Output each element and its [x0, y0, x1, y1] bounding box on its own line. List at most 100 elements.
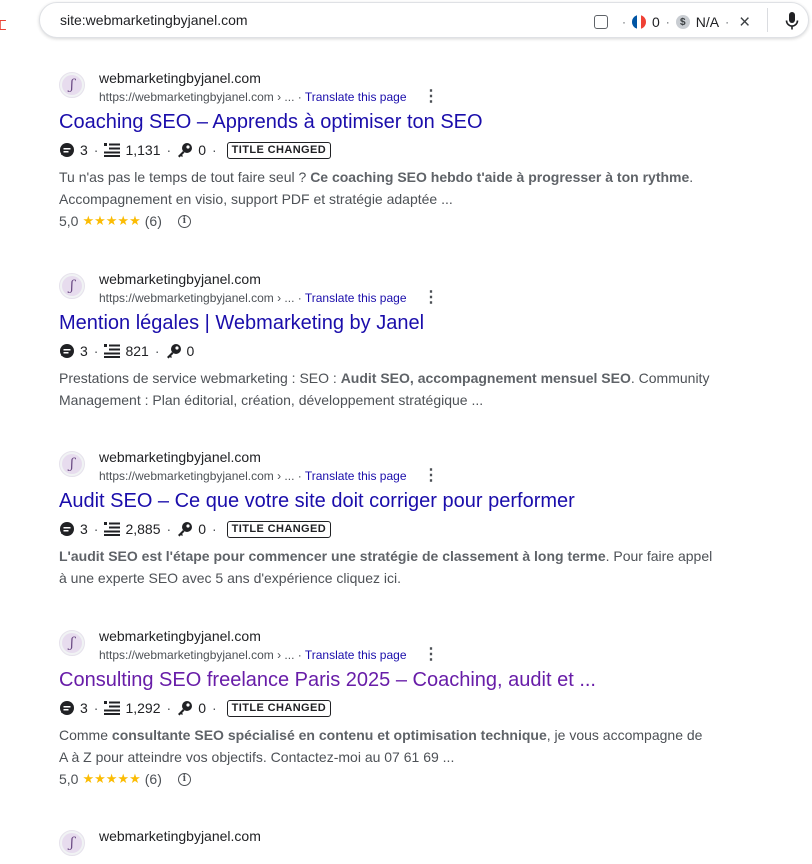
separator: · — [211, 700, 217, 716]
more-options-icon[interactable]: ⋮ — [423, 89, 439, 105]
separator: · — [166, 521, 172, 537]
comment-count: 3 — [80, 521, 88, 537]
result-snippet: Tu n'as pas le temps de tout faire seul … — [59, 166, 714, 210]
search-result: ʃ webmarketingbyjanel.com https://webmar… — [59, 628, 739, 789]
divider — [767, 8, 768, 32]
rating-stars: ★★★★★ — [82, 771, 141, 786]
site-url-text: https://webmarketingbyjanel.com › ... — [99, 291, 295, 305]
site-url-text: https://webmarketingbyjanel.com › ... — [99, 90, 295, 104]
key-count: 0 — [198, 700, 206, 716]
snippet-text: Comme — [59, 727, 112, 743]
translate-link[interactable]: Translate this page — [305, 648, 407, 662]
site-favicon-icon: ʃ — [59, 273, 85, 299]
word-count-icon — [104, 522, 121, 536]
info-icon[interactable]: i — [177, 772, 191, 786]
microphone-icon[interactable] — [782, 10, 802, 32]
more-options-icon[interactable]: ⋮ — [423, 290, 439, 306]
site-favicon-icon: ʃ — [59, 630, 85, 656]
lang-count: 0 — [652, 14, 660, 30]
site-favicon-icon: ʃ — [59, 830, 85, 856]
snippet-highlight: Ce coaching SEO hebdo t'aide à progresse… — [310, 169, 690, 185]
result-site-row[interactable]: ʃ webmarketingbyjanel.com https://webmar… — [59, 449, 739, 485]
result-site-row[interactable]: ʃ webmarketingbyjanel.com https://webmar… — [59, 271, 739, 307]
search-input[interactable] — [60, 10, 520, 30]
translate-link[interactable]: Translate this page — [305, 469, 407, 483]
snippet-text: Prestations de service webmarketing : SE… — [59, 370, 341, 386]
seo-toolbar: · 0 · $ N/A · × — [594, 12, 750, 32]
result-site-row[interactable]: ʃ webmarketingbyjanel.com https://webmar… — [59, 628, 739, 664]
comment-count: 3 — [80, 343, 88, 359]
site-name: webmarketingbyjanel.com — [99, 70, 261, 86]
site-url: https://webmarketingbyjanel.com › ... · … — [99, 90, 407, 104]
site-favicon-icon: ʃ — [59, 451, 85, 477]
dollar-icon: $ — [675, 15, 690, 29]
separator: · — [166, 142, 172, 158]
word-count-icon — [104, 701, 121, 715]
separator: · — [93, 343, 99, 359]
result-site-row[interactable]: ʃ webmarketingbyjanel.com https://webmar… — [59, 70, 739, 106]
info-icon[interactable]: i — [177, 214, 191, 228]
snippet-text: Tu n'as pas le temps de tout faire seul … — [59, 169, 311, 185]
comment-count: 3 — [80, 142, 88, 158]
result-snippet: Prestations de service webmarketing : SE… — [59, 367, 714, 411]
select-checkbox[interactable] — [594, 15, 608, 29]
result-snippet: L'audit SEO est l'étape pour commencer u… — [59, 545, 714, 589]
comment-count: 3 — [80, 700, 88, 716]
more-options-icon[interactable]: ⋮ — [423, 468, 439, 484]
search-result: ʃ webmarketingbyjanel.com https://webmar… — [59, 70, 739, 231]
word-count-icon — [104, 344, 121, 358]
translate-link[interactable]: Translate this page — [305, 90, 407, 104]
key-count: 0 — [198, 142, 206, 158]
french-flag-icon — [632, 15, 646, 29]
word-count-icon — [104, 143, 121, 157]
key-icon — [166, 343, 182, 359]
key-count: 0 — [186, 343, 195, 359]
result-site-row[interactable]: ʃ webmarketingbyjanel.com — [59, 828, 739, 864]
rating-row: 5,0 ★★★★★ (6) i — [59, 769, 739, 789]
key-icon — [177, 142, 193, 158]
edge-mark-icon: ⵎ — [0, 17, 7, 33]
site-name: webmarketingbyjanel.com — [99, 828, 261, 844]
snippet-highlight: L'audit SEO est l'étape pour commencer u… — [59, 548, 606, 564]
close-icon[interactable]: × — [739, 13, 750, 32]
separator: · — [166, 700, 172, 716]
word-count: 1,292 — [125, 700, 161, 716]
snippet-highlight: Audit SEO, accompagnement mensuel SEO — [340, 370, 631, 386]
word-count: 821 — [125, 343, 149, 359]
search-result: ʃ webmarketingbyjanel.com https://webmar… — [59, 271, 739, 411]
result-title-link[interactable]: Coaching SEO – Apprends à optimiser ton … — [59, 109, 739, 135]
word-count: 2,885 — [125, 521, 161, 537]
seo-metrics: 3 · 821 · 0 — [59, 341, 739, 361]
rating-value: 5,0 — [59, 213, 79, 229]
word-count: 1,131 — [125, 142, 161, 158]
translate-link[interactable]: Translate this page — [305, 291, 407, 305]
search-box[interactable]: · 0 · $ N/A · × — [39, 2, 809, 38]
price-value: N/A — [695, 14, 720, 30]
comment-icon — [59, 142, 75, 158]
comment-icon — [59, 700, 75, 716]
separator: · — [622, 15, 626, 29]
rating-stars: ★★★★★ — [82, 213, 141, 228]
rating-count: (6) — [144, 213, 162, 229]
site-favicon-icon: ʃ — [59, 72, 85, 98]
site-url: https://webmarketingbyjanel.com › ... · … — [99, 648, 407, 662]
title-changed-badge: TITLE CHANGED — [226, 520, 332, 538]
result-title-link[interactable]: Consulting SEO freelance Paris 2025 – Co… — [59, 667, 739, 693]
result-title-link[interactable]: Mention légales | Webmarketing by Janel — [59, 310, 739, 336]
rating-count: (6) — [144, 771, 162, 787]
more-options-icon[interactable]: ⋮ — [423, 647, 439, 663]
separator: · — [93, 142, 99, 158]
seo-metrics: 3 · 1,292 · 0 · TITLE CHANGED — [59, 698, 739, 718]
rating-row: 5,0 ★★★★★ (6) i — [59, 211, 739, 231]
snippet-highlight: consultante SEO spécialisé en contenu et… — [111, 727, 547, 743]
key-icon — [177, 700, 193, 716]
search-header: ⵎ · 0 · $ N/A · × — [0, 0, 812, 46]
search-result: ʃ webmarketingbyjanel.com — [59, 828, 739, 864]
separator: · — [93, 700, 99, 716]
separator: · — [665, 15, 670, 29]
separator: · — [93, 521, 99, 537]
site-name: webmarketingbyjanel.com — [99, 628, 261, 644]
key-count: 0 — [198, 521, 206, 537]
result-title-link[interactable]: Audit SEO – Ce que votre site doit corri… — [59, 488, 739, 514]
site-url: https://webmarketingbyjanel.com › ... · … — [99, 291, 407, 305]
